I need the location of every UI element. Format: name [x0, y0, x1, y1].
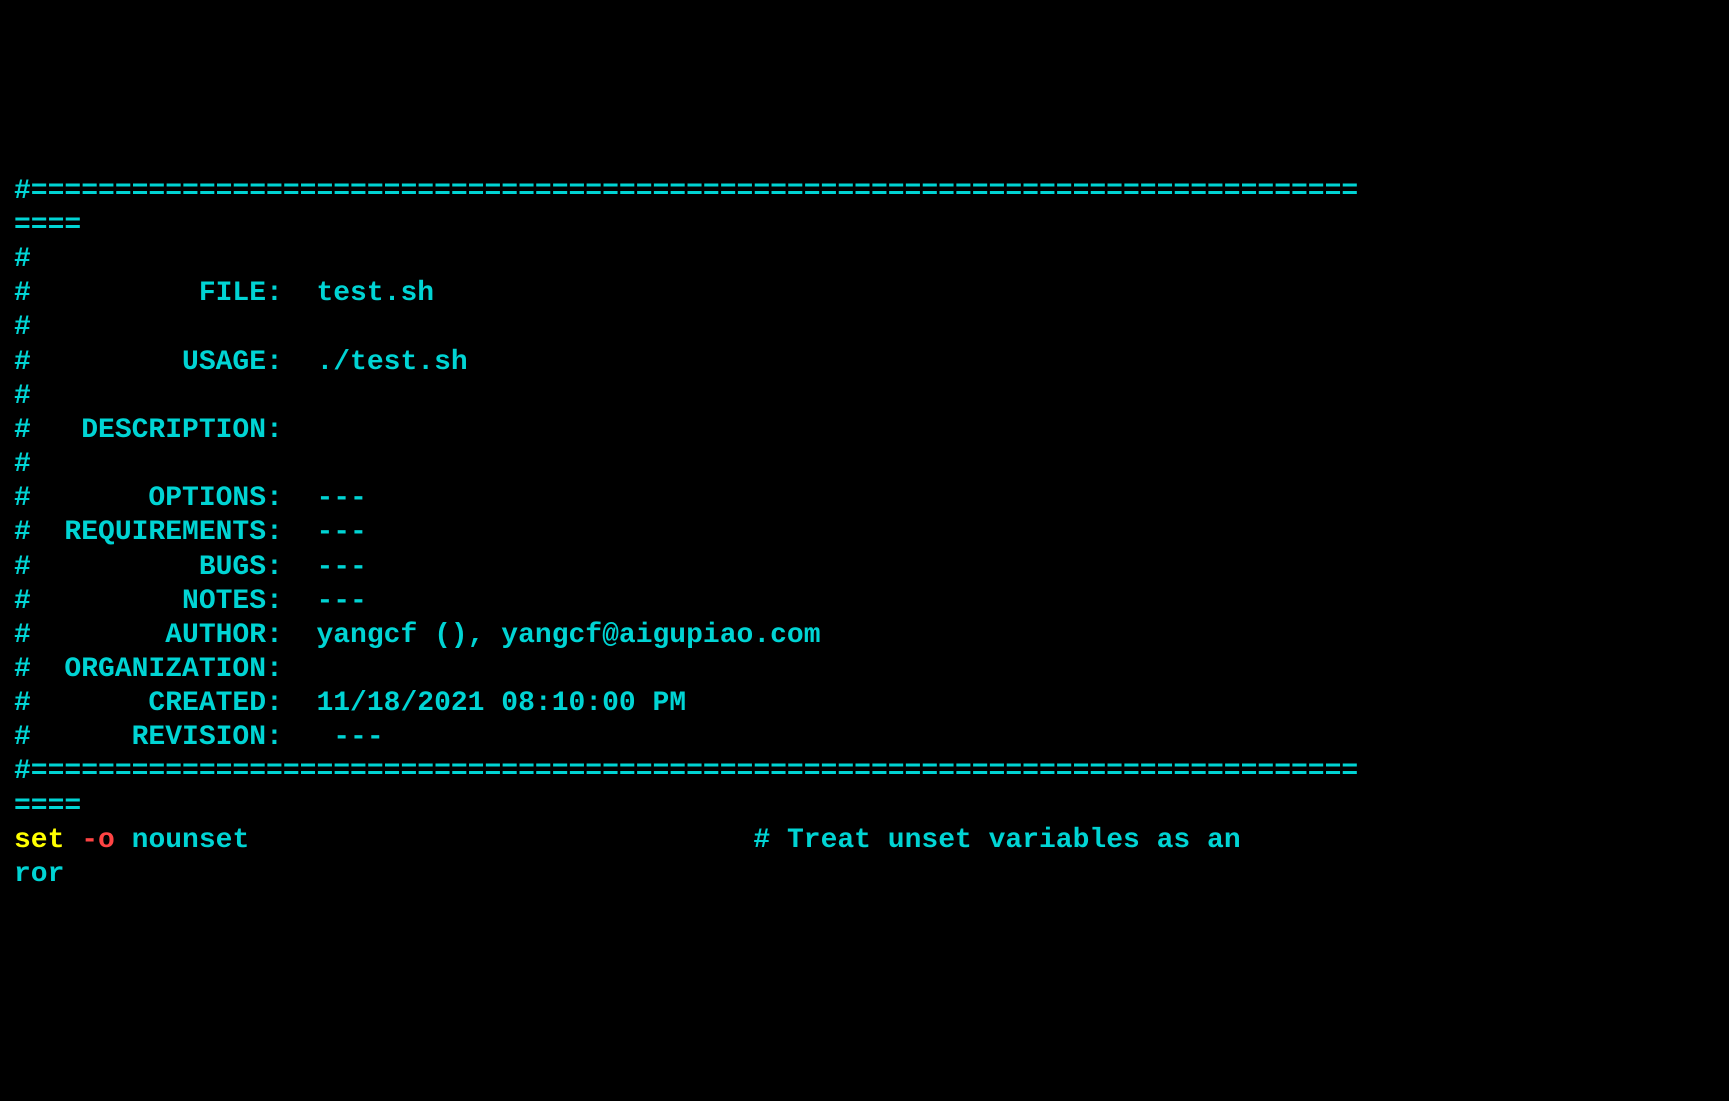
- comment-notes: # NOTES: ---: [14, 585, 1715, 619]
- comment-revision: # REVISION: ---: [14, 721, 1715, 755]
- comment-created: # CREATED: 11/18/2021 08:10:00 PM: [14, 687, 1715, 721]
- comment-requirements: # REQUIREMENTS: ---: [14, 516, 1715, 550]
- comment-hash4: #: [14, 448, 1715, 482]
- comment-separator-wrap2: ====: [14, 790, 1715, 824]
- comment-organization: # ORGANIZATION:: [14, 653, 1715, 687]
- trailing-comment: # Treat unset variables as an: [753, 825, 1240, 856]
- set-keyword: set: [14, 825, 64, 856]
- spacing: [249, 825, 753, 856]
- comment-file: # FILE: test.sh: [14, 277, 1715, 311]
- comment-description: # DESCRIPTION:: [14, 414, 1715, 448]
- comment-bugs: # BUGS: ---: [14, 551, 1715, 585]
- editor-viewport[interactable]: #=======================================…: [14, 141, 1715, 927]
- comment-hash3: #: [14, 380, 1715, 414]
- comment-separator-wrap: ====: [14, 209, 1715, 243]
- comment-separator-top: #=======================================…: [14, 175, 1715, 209]
- option-flag: -o: [64, 825, 114, 856]
- comment-separator-bottom: #=======================================…: [14, 755, 1715, 789]
- ror-wrapped-text: ror: [14, 858, 1715, 892]
- comment-options: # OPTIONS: ---: [14, 482, 1715, 516]
- comment-usage: # USAGE: ./test.sh: [14, 346, 1715, 380]
- comment-hash2: #: [14, 311, 1715, 345]
- comment-hash: #: [14, 243, 1715, 277]
- nounset-arg: nounset: [115, 825, 249, 856]
- set-command-line: set -o nounset # Treat unset variables a…: [14, 824, 1715, 858]
- comment-author: # AUTHOR: yangcf (), yangcf@aigupiao.com: [14, 619, 1715, 653]
